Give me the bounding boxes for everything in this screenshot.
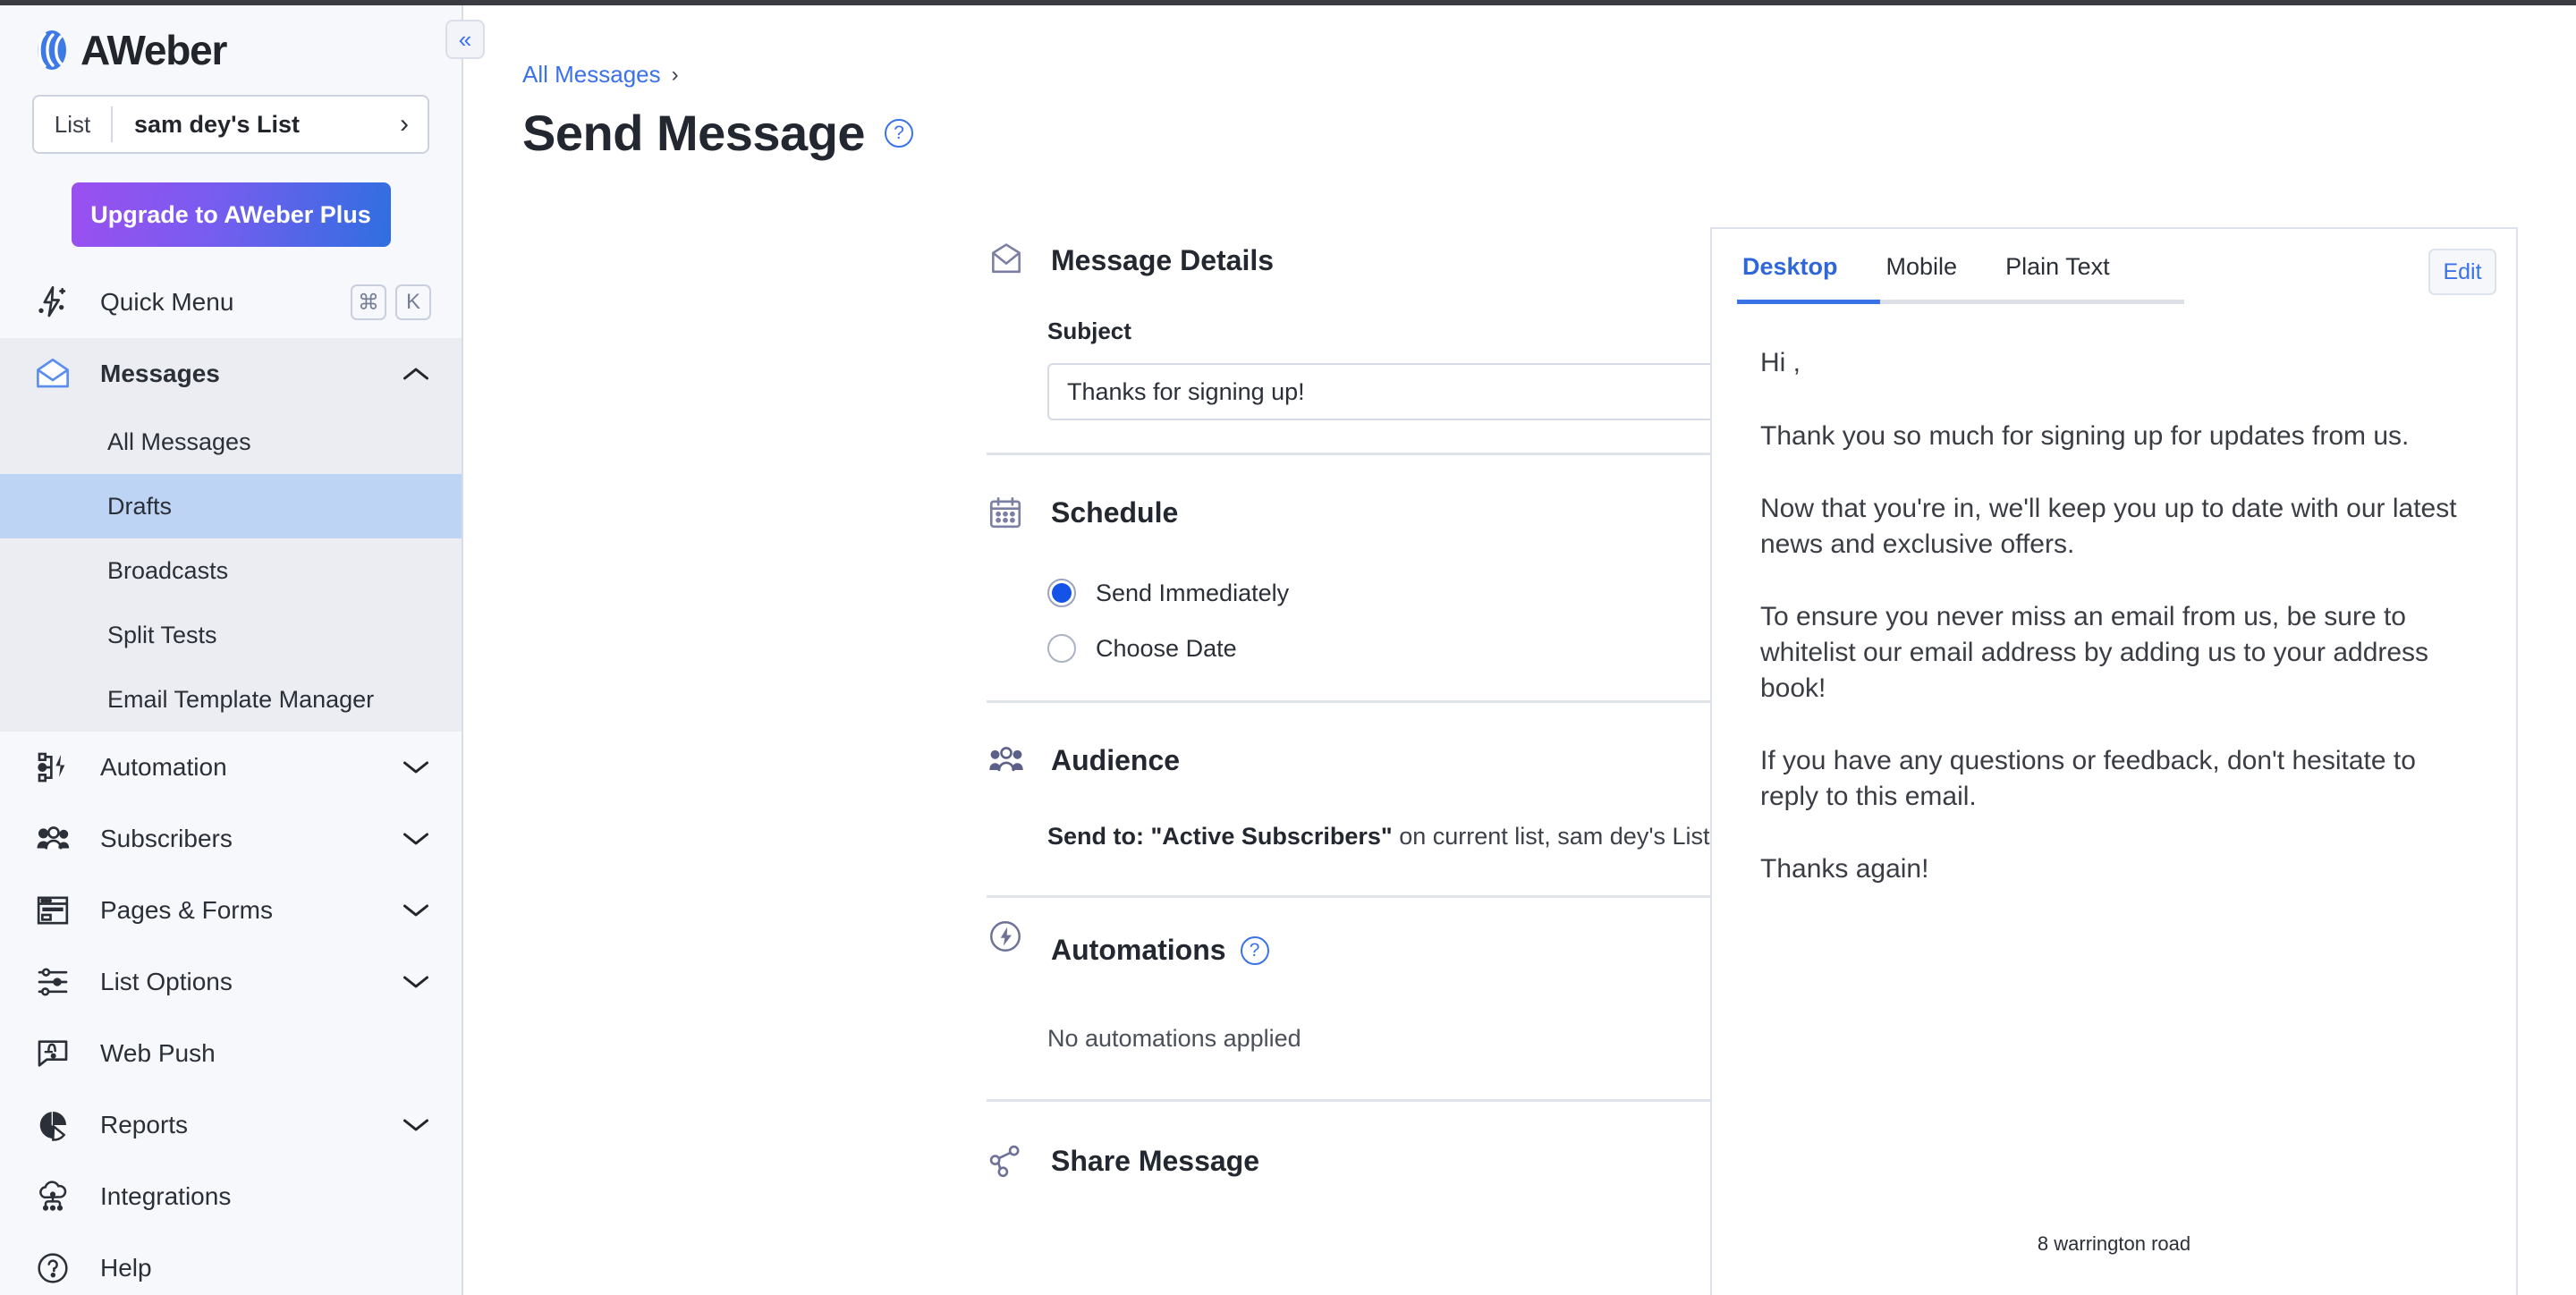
collapse-sidebar-button[interactable]: « (445, 20, 485, 59)
app-logo-text: AWeber (80, 27, 227, 73)
list-selector[interactable]: List sam dey's List › (32, 95, 429, 154)
sidebar-item-broadcasts[interactable]: Broadcasts (0, 538, 462, 603)
quick-menu-shortcut: ⌘ K (351, 284, 431, 320)
page-title: Send Message (522, 105, 866, 161)
integrations-icon (32, 1176, 73, 1217)
chevron-right-icon: › (400, 109, 409, 139)
preview-paragraph: If you have any questions or feedback, d… (1760, 746, 2416, 811)
sidebar-item-label: Automation (100, 753, 227, 781)
audience-send-to-bold: Send to: "Active Subscribers" (1047, 823, 1393, 850)
sidebar-subitem-label: All Messages (107, 427, 251, 455)
aweber-logo-icon (38, 30, 66, 70)
sidebar-item-subscribers[interactable]: Subscribers (0, 803, 462, 875)
sidebar-item-split-tests[interactable]: Split Tests (0, 603, 462, 667)
preview-tabs: Desktop Mobile Plain Text Edit (1712, 229, 2516, 304)
section-title: Share Message (1051, 1144, 1260, 1177)
envelope-icon (987, 241, 1028, 280)
sliders-icon (32, 961, 73, 1003)
sidebar-item-label: Web Push (100, 1039, 216, 1067)
sidebar-item-all-messages[interactable]: All Messages (0, 410, 462, 474)
lightning-circle-icon (987, 918, 1028, 955)
tab-desktop[interactable]: Desktop (1737, 253, 1843, 281)
sidebar-item-label: Messages (100, 360, 220, 387)
list-selector-value: sam dey's List (134, 110, 301, 138)
sidebar-subitem-label: Email Template Manager (107, 685, 375, 713)
quick-menu-icon (32, 282, 73, 323)
chevron-right-icon: › (671, 62, 679, 87)
sidebar-item-label: Reports (100, 1111, 189, 1138)
app-logo[interactable]: AWeber (0, 5, 462, 95)
sidebar-item-web-push[interactable]: Web Push (0, 1018, 462, 1089)
sidebar-item-list-options[interactable]: List Options (0, 946, 462, 1018)
preview-paragraph: Thank you so much for signing up for upd… (1760, 420, 2410, 451)
sidebar-item-pages-forms[interactable]: Pages & Forms (0, 875, 462, 946)
pages-forms-icon (32, 890, 73, 931)
sidebar-item-label: Quick Menu (100, 288, 234, 316)
sidebar-item-reports[interactable]: Reports (0, 1089, 462, 1161)
chevron-down-icon (401, 758, 431, 776)
chevron-down-icon (401, 830, 431, 848)
sidebar-subitem-label: Broadcasts (107, 556, 229, 584)
sidebar-item-help[interactable]: Help (0, 1232, 462, 1295)
sidebar-item-automation[interactable]: Automation (0, 732, 462, 803)
sidebar-subitem-label: Split Tests (107, 621, 217, 648)
radio-indicator (1047, 634, 1076, 663)
pie-chart-icon (32, 1105, 73, 1146)
kbd-k: K (395, 284, 431, 320)
breadcrumb-link-all-messages[interactable]: All Messages (522, 61, 661, 89)
chevron-down-icon (401, 901, 431, 919)
envelope-icon (32, 353, 73, 394)
preview-paragraph: Now that you're in, we'll keep you up to… (1760, 494, 2457, 559)
web-push-icon (32, 1033, 73, 1074)
preview-footer-address: 8 warrington road (2037, 1232, 2191, 1255)
message-preview-panel: Desktop Mobile Plain Text Edit Hi , Than… (1710, 227, 2518, 1295)
subscribers-icon (32, 818, 73, 859)
tab-plain-text[interactable]: Plain Text (2000, 253, 2115, 281)
section-title: Automations (1051, 934, 1226, 966)
audience-send-to-rest: on current list, sam dey's List (1392, 823, 1710, 850)
calendar-icon (987, 494, 1028, 531)
share-icon (987, 1142, 1028, 1180)
sidebar-item-messages[interactable]: Messages (0, 338, 462, 410)
section-title: Schedule (1051, 495, 1179, 529)
sidebar-item-quick-menu[interactable]: Quick Menu ⌘ K (0, 267, 462, 338)
sidebar-item-drafts[interactable]: Drafts (0, 474, 462, 538)
automations-help-icon[interactable]: ? (1240, 935, 1269, 965)
radio-indicator (1047, 579, 1076, 607)
sidebar-item-label: List Options (100, 968, 233, 995)
preview-edit-button[interactable]: Edit (2428, 249, 2496, 295)
help-icon (32, 1248, 73, 1289)
preview-paragraph: Hi , (1760, 348, 1801, 377)
preview-paragraph: To ensure you never miss an email from u… (1760, 602, 2429, 703)
tab-underline-active (1737, 300, 1880, 304)
list-selector-label: List (54, 110, 91, 138)
chevron-up-icon (401, 365, 431, 383)
sidebar-item-label: Pages & Forms (100, 896, 273, 924)
kbd-command: ⌘ (351, 284, 386, 320)
preview-email-body: Hi , Thank you so much for signing up fo… (1712, 304, 2516, 887)
sidebar: AWeber List sam dey's List › Upgrade to … (0, 5, 463, 1295)
section-title: Message Details (1051, 243, 1275, 276)
sidebar-item-integrations[interactable]: Integrations (0, 1161, 462, 1232)
chevron-down-icon (401, 973, 431, 991)
sidebar-item-label: Subscribers (100, 825, 233, 852)
radio-label: Send Immediately (1096, 579, 1290, 606)
section-title: Audience (1051, 743, 1181, 776)
sidebar-item-email-template-manager[interactable]: Email Template Manager (0, 667, 462, 732)
sidebar-item-label: Help (100, 1254, 152, 1282)
page-help-icon[interactable]: ? (885, 118, 914, 148)
audience-icon (987, 741, 1028, 780)
breadcrumb: All Messages › (522, 61, 679, 89)
sidebar-subitem-label: Drafts (107, 492, 173, 520)
page-title-row: Send Message ? (522, 104, 914, 162)
tab-mobile[interactable]: Mobile (1881, 253, 1963, 281)
upgrade-to-aweber-plus-button[interactable]: Upgrade to AWeber Plus (71, 182, 391, 247)
sidebar-item-label: Integrations (100, 1182, 232, 1210)
chevron-down-icon (401, 1116, 431, 1134)
sidebar-nav: Quick Menu ⌘ K Messages All Messages Dra… (0, 267, 462, 1295)
preview-paragraph: Thanks again! (1760, 854, 1929, 884)
messages-submenu: All Messages Drafts Broadcasts Split Tes… (0, 410, 462, 732)
automation-icon (32, 747, 73, 788)
radio-label: Choose Date (1096, 634, 1237, 662)
